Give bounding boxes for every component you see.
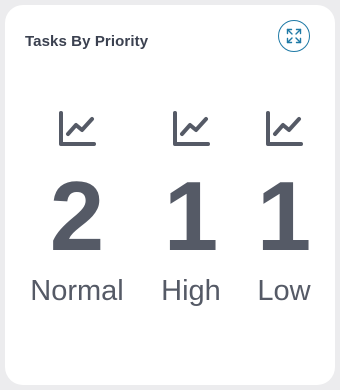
stat-value-high: 1 xyxy=(163,161,219,271)
line-chart-icon xyxy=(173,111,210,146)
stat-normal: 2 Normal xyxy=(17,110,137,306)
line-chart-icon xyxy=(266,111,303,146)
stat-low: 1 Low xyxy=(224,110,340,306)
stat-value-low: 1 xyxy=(256,161,312,271)
stat-value-normal: 2 xyxy=(49,161,105,271)
card-title: Tasks By Priority xyxy=(25,33,149,50)
expand-button[interactable] xyxy=(278,20,310,52)
tasks-by-priority-card: Tasks By Priority 2 Normal 1 High 1 Low xyxy=(5,5,335,385)
line-chart-icon xyxy=(59,111,96,146)
expand-arrows-icon xyxy=(286,28,302,44)
stat-label-high: High xyxy=(161,275,221,307)
stat-label-normal: Normal xyxy=(30,275,124,307)
stat-label-low: Low xyxy=(257,275,311,307)
